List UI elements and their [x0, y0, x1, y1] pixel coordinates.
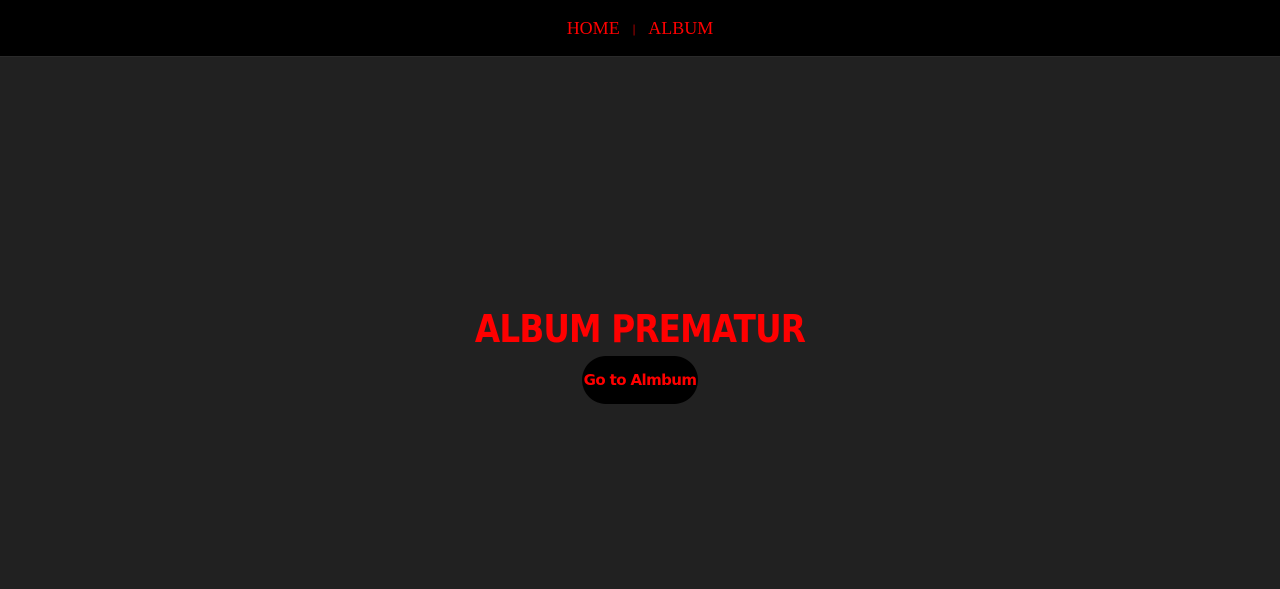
top-navbar: HOME | ALBUM — [0, 0, 1280, 57]
hero-title: ALBUM PREMATUR — [474, 307, 806, 351]
nav-separator: | — [632, 21, 636, 36]
nav-link-home[interactable]: HOME — [567, 18, 620, 39]
go-to-album-button[interactable]: Go to Almbum — [582, 356, 698, 404]
hero-section: ALBUM PREMATUR Go to Almbum — [0, 57, 1280, 589]
nav-link-album[interactable]: ALBUM — [648, 18, 713, 39]
